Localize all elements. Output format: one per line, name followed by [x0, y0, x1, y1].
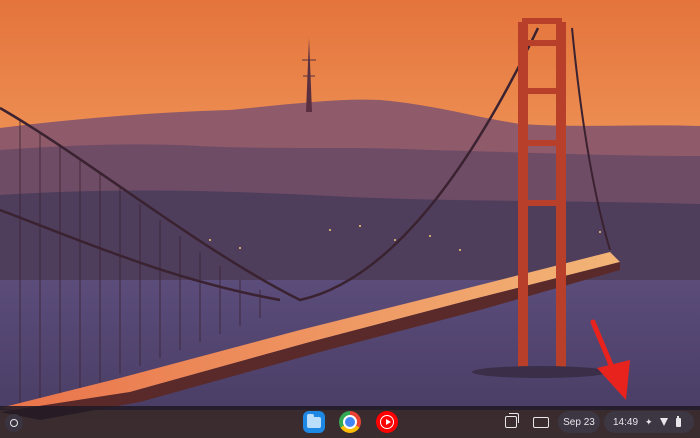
play-icon [385, 419, 391, 425]
wifi-icon [659, 417, 669, 427]
time-label: 14:49 [613, 416, 639, 428]
shelf: Sep 23 14:49 ✦ [0, 406, 700, 438]
chrome-app-icon[interactable] [339, 411, 361, 433]
holding-space-icon [505, 413, 519, 428]
date-label: Sep 23 [563, 416, 595, 428]
status-area-button[interactable]: 14:49 ✦ [604, 411, 694, 433]
annotation-arrow [590, 319, 630, 400]
tote-holding-space-button[interactable] [500, 411, 522, 433]
youtube-music-app-icon[interactable] [376, 411, 398, 433]
folder-icon [307, 413, 321, 428]
keyboard-ime-button[interactable] [530, 411, 552, 433]
chrome-center-icon [343, 415, 357, 429]
files-app-icon[interactable] [303, 411, 325, 433]
battery-icon [675, 415, 681, 427]
launcher-button[interactable] [5, 414, 23, 432]
ytmusic-ring-icon [380, 415, 394, 429]
date-tray-button[interactable]: Sep 23 [558, 411, 600, 433]
sparkle-icon: ✦ [645, 416, 653, 427]
launcher-icon [10, 419, 18, 427]
keyboard-icon [533, 416, 549, 428]
